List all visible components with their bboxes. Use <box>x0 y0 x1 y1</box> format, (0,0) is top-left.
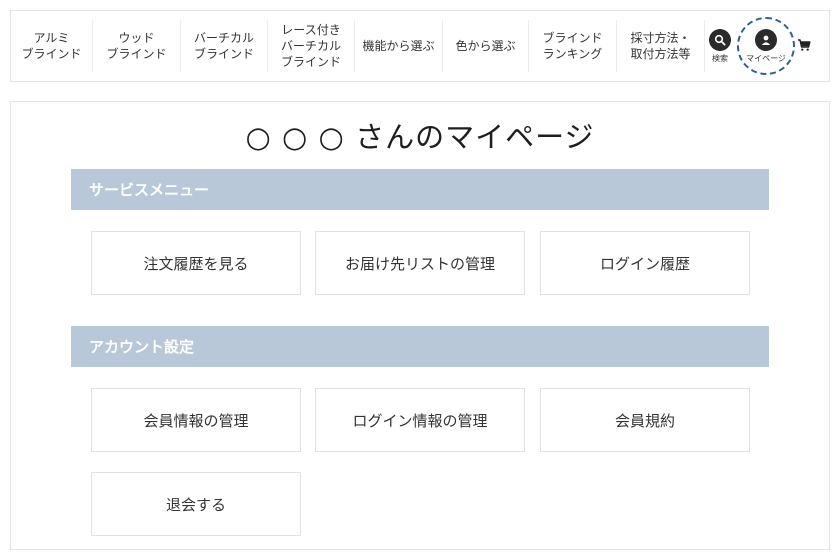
nav-icon-group: 検索 マイページ <box>709 17 811 75</box>
order-history-button[interactable]: 注文履歴を見る <box>91 231 301 295</box>
nav-label-line: バーチカル <box>280 39 341 53</box>
delivery-address-list-button[interactable]: お届け先リストの管理 <box>315 231 525 295</box>
top-navigation: アルミ ブラインド ウッド ブラインド バーチカル ブラインド レース付き バー… <box>10 10 830 82</box>
section-header-service-menu: サービスメニュー <box>71 169 769 210</box>
nav-label-line: ブラインド <box>193 47 254 61</box>
nav-label-line: 採寸方法・ <box>630 31 691 45</box>
withdraw-button[interactable]: 退会する <box>91 472 301 536</box>
search-icon <box>709 28 731 51</box>
nav-label-line: レース付き <box>281 23 341 37</box>
search-label: 検索 <box>712 53 728 63</box>
nav-item-wood-blind[interactable]: ウッド ブラインド <box>93 20 181 72</box>
search-button[interactable]: 検索 <box>709 28 731 64</box>
nav-item-by-color[interactable]: 色から選ぶ <box>443 20 529 72</box>
nav-label-line: ブラインド <box>106 47 167 61</box>
nav-label-line: バーチカル <box>193 31 254 45</box>
nav-label-line: ランキング <box>542 47 603 61</box>
mypage-panel: ○ ○ ○ さんのマイページ サービスメニュー 注文履歴を見る お届け先リストの… <box>10 101 830 550</box>
nav-label-line: 色から選ぶ <box>455 39 516 53</box>
mypage-button[interactable]: マイページ <box>737 17 795 75</box>
nav-label-line: ブラインド <box>21 47 82 61</box>
nav-item-lace-vertical-blind[interactable]: レース付き バーチカル ブラインド <box>268 20 355 72</box>
member-info-button[interactable]: 会員情報の管理 <box>91 388 301 452</box>
nav-item-vertical-blind[interactable]: バーチカル ブラインド <box>181 20 268 72</box>
nav-label-line: ブラインド <box>280 55 341 69</box>
nav-item-ranking[interactable]: ブラインド ランキング <box>529 20 617 72</box>
section-header-account-settings: アカウント設定 <box>71 326 769 367</box>
nav-label-line: アルミ <box>33 31 70 45</box>
nav-item-measure-install[interactable]: 採寸方法・ 取付方法等 <box>617 20 705 72</box>
cart-icon[interactable] <box>797 37 811 56</box>
nav-item-by-function[interactable]: 機能から選ぶ <box>355 20 443 72</box>
nav-label-line: ウッド <box>118 31 155 45</box>
nav-item-aluminum-blind[interactable]: アルミ ブラインド <box>11 20 93 72</box>
member-terms-button[interactable]: 会員規約 <box>540 388 750 452</box>
user-icon <box>755 28 777 51</box>
nav-label-line: ブラインド <box>542 31 603 45</box>
nav-label-line: 機能から選ぶ <box>362 39 435 53</box>
login-info-button[interactable]: ログイン情報の管理 <box>315 388 525 452</box>
login-history-button[interactable]: ログイン履歴 <box>540 231 750 295</box>
mypage-label: マイページ <box>746 53 786 63</box>
page-title: ○ ○ ○ さんのマイページ <box>245 120 595 154</box>
nav-label-line: 取付方法等 <box>630 47 691 61</box>
